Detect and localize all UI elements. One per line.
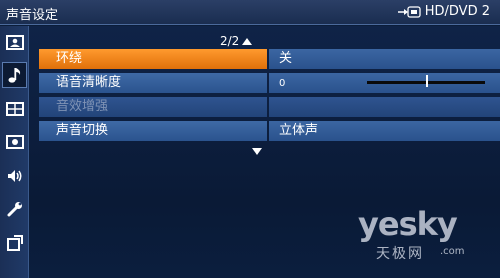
menu-item-sound-enhance: 音效增强	[39, 97, 267, 117]
input-source-indicator: HD/DVD 2	[397, 4, 490, 19]
input-source-label: HD/DVD 2	[424, 4, 490, 19]
menu-item-label: 声音切换	[56, 123, 109, 138]
menu-item-value: 关	[279, 51, 293, 66]
dialog-clarity-slider-thumb[interactable]	[426, 75, 428, 87]
surround-value[interactable]: 关	[269, 49, 500, 69]
sound-enhance-value	[269, 97, 500, 117]
scroll-up-arrow-icon[interactable]	[242, 37, 253, 45]
settings-box-icon	[5, 135, 24, 149]
watermark: yesky 天极网 .com	[358, 205, 492, 265]
menu-item-label: 环绕	[56, 51, 83, 66]
input-connector-icon	[397, 5, 421, 18]
sidebar-item-tools[interactable]	[2, 196, 27, 222]
menu-item-surround[interactable]: 环绕	[39, 49, 267, 69]
sidebar-item-screen[interactable]	[2, 96, 27, 122]
screen-layout-icon	[5, 102, 24, 116]
watermark-domain: .com	[440, 246, 465, 257]
menu-item-label: 音效增强	[56, 99, 109, 114]
sidebar-item-picture[interactable]	[2, 30, 27, 56]
menu-item-sound-switch[interactable]: 声音切换	[39, 121, 267, 141]
title-bar: 声音设定 HD/DVD 2	[0, 0, 500, 25]
page-number: 2/2	[220, 34, 240, 48]
sidebar-item-input-setup[interactable]	[2, 230, 27, 256]
watermark-subtitle: 天极网	[376, 246, 424, 262]
sound-switch-value[interactable]: 立体声	[269, 121, 500, 141]
music-note-icon	[8, 68, 20, 83]
wrench-icon	[7, 202, 22, 217]
menu-item-value: 0	[279, 78, 286, 89]
sidebar-item-setup[interactable]	[2, 129, 27, 155]
speaker-icon	[7, 170, 21, 182]
page-title: 声音设定	[6, 8, 59, 23]
watermark-brand: yesky	[358, 205, 458, 243]
scroll-down-arrow-icon[interactable]	[252, 148, 262, 155]
picture-icon	[5, 35, 24, 50]
page-indicator: 2/2	[220, 34, 253, 48]
input-setup-icon	[6, 235, 23, 251]
sidebar-item-sound[interactable]	[2, 62, 27, 88]
menu-item-label: 语音清晰度	[56, 75, 122, 90]
category-sidebar	[0, 26, 29, 278]
menu-item-dialog-clarity[interactable]: 语音清晰度	[39, 73, 267, 93]
menu-item-value: 立体声	[279, 123, 319, 138]
sidebar-item-audio-output[interactable]	[2, 163, 27, 189]
